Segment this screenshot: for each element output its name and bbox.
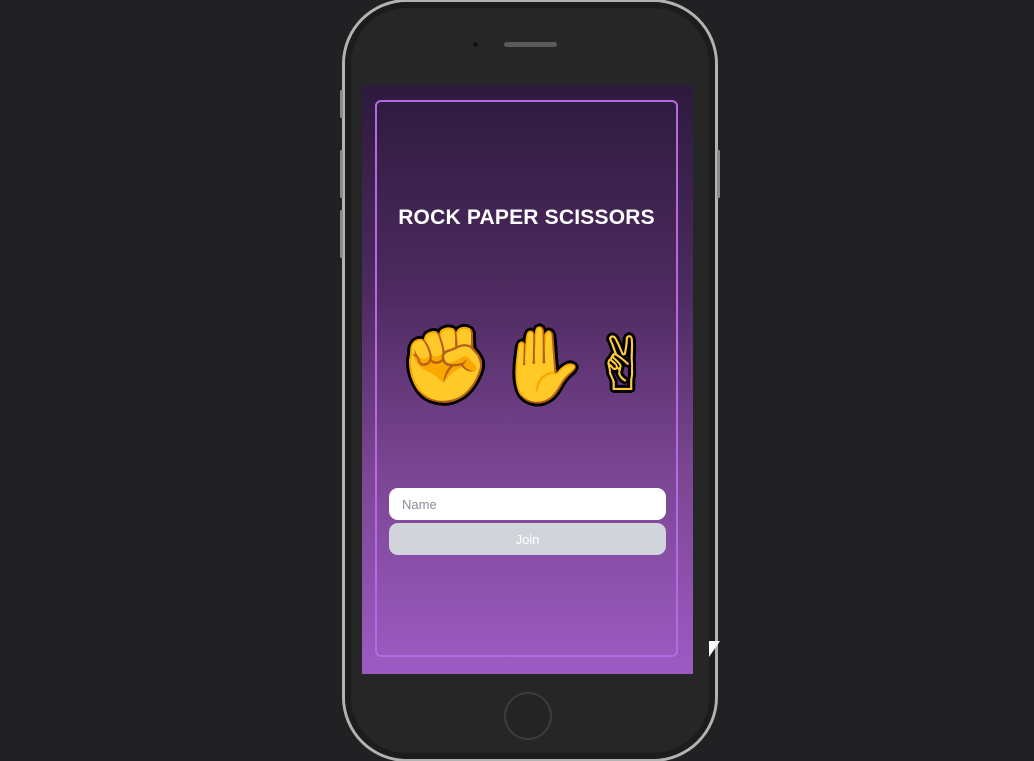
power-button — [717, 150, 720, 198]
page-title: ROCK PAPER SCISSORS — [398, 206, 655, 229]
game-card: ROCK PAPER SCISSORS ✊✋✌ Join — [375, 100, 678, 657]
camera-icon — [471, 40, 480, 49]
raised-fist-icon: ✊ — [399, 322, 492, 408]
join-button[interactable]: Join — [389, 523, 666, 555]
mouse-cursor-icon — [709, 641, 720, 657]
speaker-grille — [504, 42, 557, 47]
phone-frame: ROCK PAPER SCISSORS ✊✋✌ Join — [340, 2, 720, 759]
app-screen: ROCK PAPER SCISSORS ✊✋✌ Join — [362, 85, 693, 674]
raised-hand-icon: ✋ — [495, 322, 588, 408]
victory-hand-icon: ✌ — [591, 322, 654, 408]
mute-switch — [340, 90, 343, 118]
name-input[interactable] — [389, 488, 666, 520]
home-button[interactable] — [504, 692, 552, 740]
volume-down-button — [340, 210, 343, 258]
volume-up-button — [340, 150, 343, 198]
hand-emojis: ✊✋✌ — [377, 320, 676, 410]
